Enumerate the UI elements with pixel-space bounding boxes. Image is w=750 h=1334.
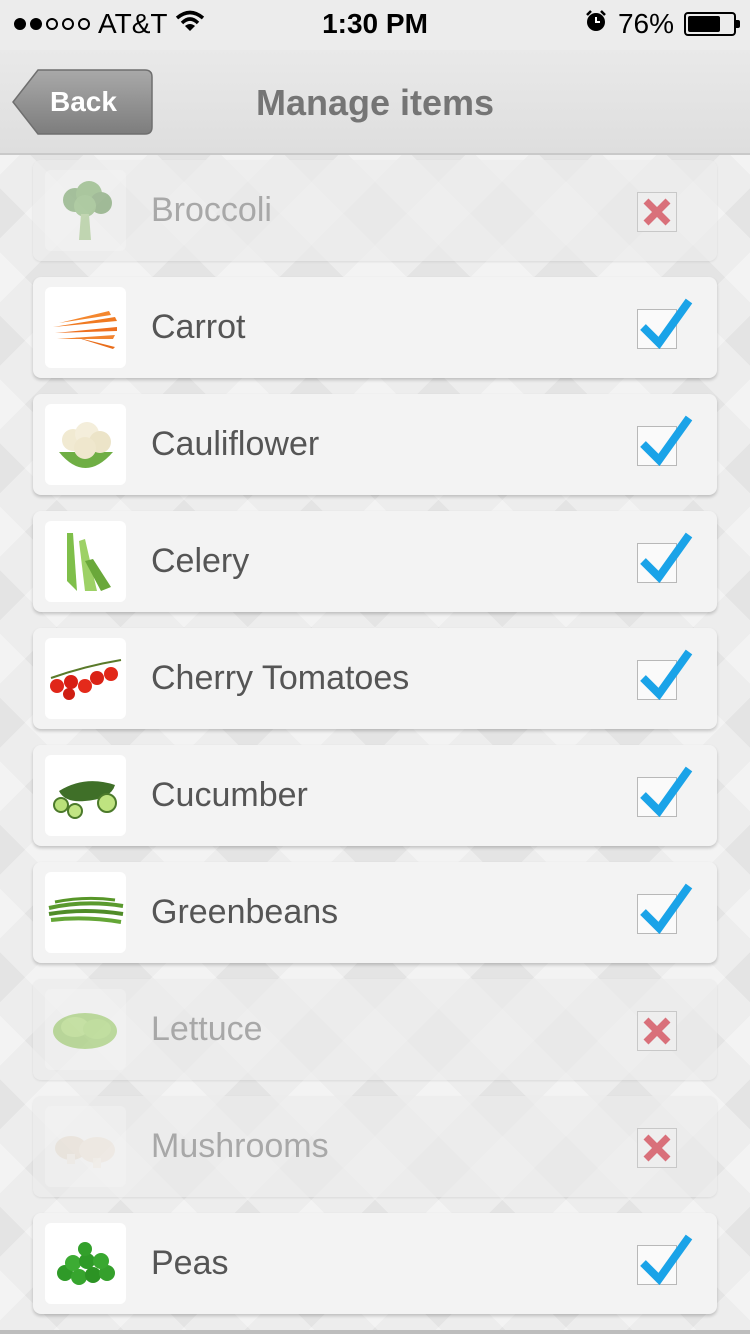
broccoli-image — [45, 170, 126, 251]
status-bar: AT&T 1:30 PM 76% — [0, 0, 750, 50]
list-item[interactable]: Peas — [33, 1213, 717, 1314]
list-item[interactable]: Cucumber — [33, 745, 717, 846]
celery-image — [45, 521, 126, 602]
checkmark-icon — [637, 529, 693, 590]
checkmark-icon — [637, 295, 693, 356]
cherry-tomatoes-image — [45, 638, 126, 719]
item-label: Cherry Tomatoes — [151, 659, 410, 697]
checkmark-icon — [637, 412, 693, 473]
carrot-image — [45, 287, 126, 368]
item-label: Greenbeans — [151, 893, 339, 931]
item-label: Celery — [151, 542, 250, 580]
checkmark-icon — [637, 763, 693, 824]
battery-icon — [684, 12, 740, 36]
navigation-bar: Back Manage items — [0, 50, 750, 155]
lettuce-image — [45, 989, 126, 1070]
item-label: Carrot — [151, 308, 246, 346]
list-item[interactable]: Mushrooms — [33, 1096, 717, 1197]
checkmark-icon — [637, 646, 693, 707]
cauliflower-image — [45, 404, 126, 485]
status-right: 76% — [584, 8, 740, 40]
item-label: Cucumber — [151, 776, 308, 814]
list-item[interactable]: Broccoli — [33, 160, 717, 261]
list-item[interactable]: Cherry Tomatoes — [33, 628, 717, 729]
cross-icon — [637, 1011, 677, 1056]
list-item[interactable]: Lettuce — [33, 979, 717, 1080]
mushrooms-image — [45, 1106, 126, 1187]
cucumber-image — [45, 755, 126, 836]
alarm-icon — [584, 8, 608, 40]
item-label: Cauliflower — [151, 425, 320, 463]
item-label: Lettuce — [151, 1010, 263, 1048]
list-item[interactable]: Cauliflower — [33, 394, 717, 495]
item-label: Mushrooms — [151, 1127, 329, 1165]
bottom-divider — [0, 1330, 750, 1334]
greenbeans-image — [45, 872, 126, 953]
peas-image — [45, 1223, 126, 1304]
checkmark-icon — [637, 1231, 693, 1292]
item-label: Peas — [151, 1244, 229, 1282]
battery-percent: 76% — [617, 8, 674, 39]
checkmark-icon — [637, 880, 693, 941]
list-item[interactable]: Celery — [33, 511, 717, 612]
item-list: Broccoli Carrot Cauliflower Celery Cherry To… — [33, 160, 717, 1330]
cross-icon — [637, 192, 677, 237]
list-item[interactable]: Carrot — [33, 277, 717, 378]
item-label: Broccoli — [151, 191, 272, 229]
cross-icon — [637, 1128, 677, 1173]
list-item[interactable]: Greenbeans — [33, 862, 717, 963]
page-title: Manage items — [255, 82, 495, 123]
